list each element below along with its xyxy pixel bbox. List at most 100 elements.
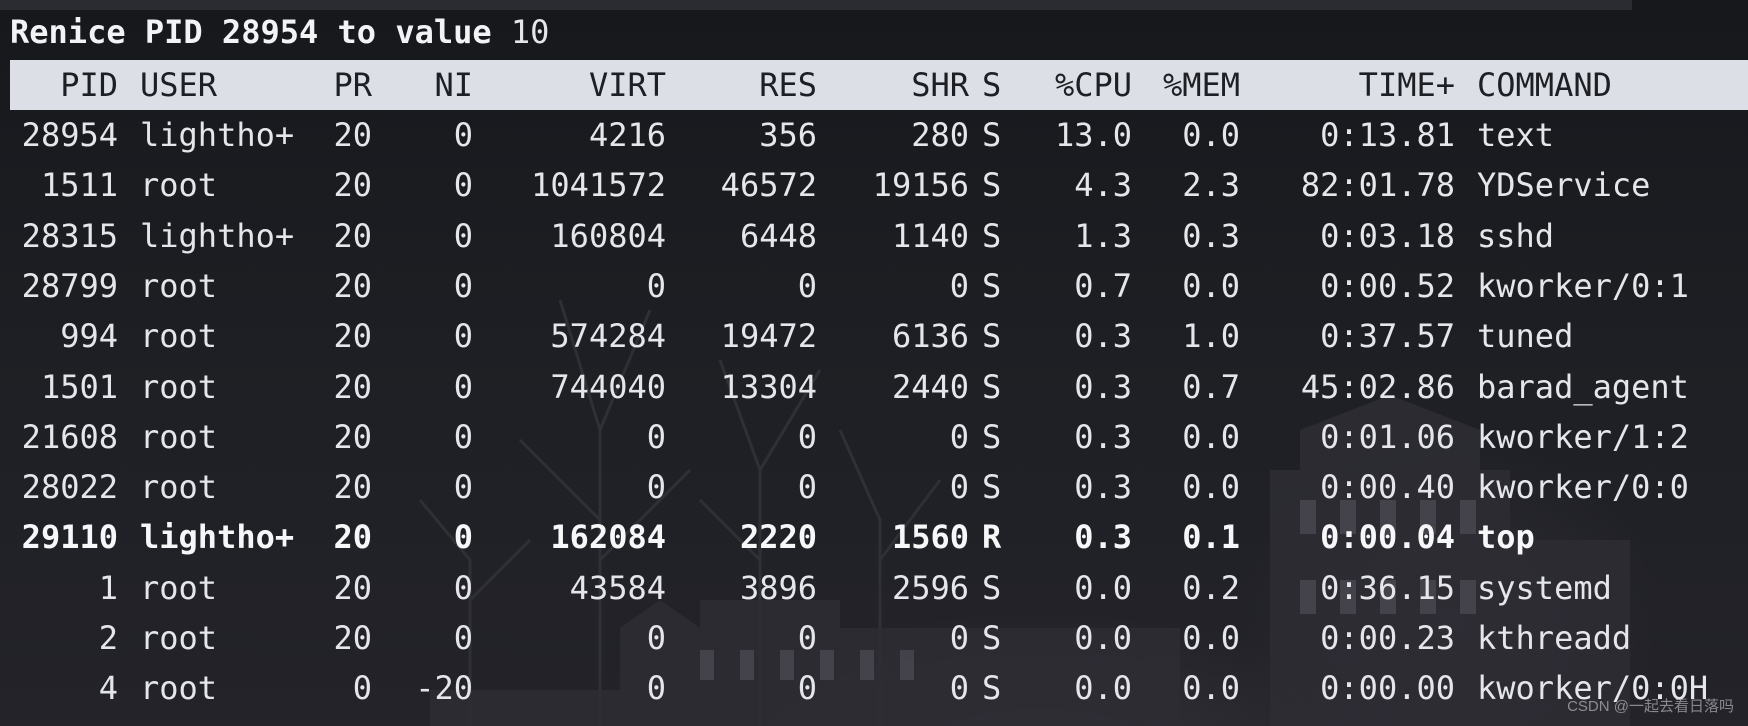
process-mem-cell: 0.0 [1182, 266, 1240, 305]
process-res-cell: 0 [797, 266, 817, 305]
process-row[interactable]: 28954 lightho+ 20 0 4216 356 280 S 13.0 0.0 0:13.8… [10, 110, 1748, 160]
process-shr-cell: 2596 [891, 568, 969, 607]
process-user-cell: root [140, 166, 218, 205]
process-row[interactable]: 28799 root 20 0 0 0 0 S 0.7 0.0 0:00.52 kworker/0:1 [10, 261, 1748, 311]
process-command-cell: kworker/0:0 [1477, 468, 1689, 507]
process-res-cell: 356 [759, 116, 817, 154]
process-pid-cell: 21608 [21, 417, 118, 456]
process-state-cell: S [982, 216, 1002, 255]
process-priority-cell: 20 [333, 166, 372, 205]
process-row[interactable]: 1501 root 20 0 744040 13304 2440 S 0.3 0.7 45:02.8… [10, 362, 1748, 412]
process-cpu-cell: 13.0 [1054, 116, 1132, 154]
process-virt-cell: 0 [646, 669, 666, 708]
process-pid-cell: 994 [60, 317, 118, 356]
process-res-cell: 13304 [720, 367, 817, 406]
column-header-pr: PR [333, 66, 372, 104]
process-nice-cell: -20 [415, 669, 473, 708]
process-pid-cell: 28799 [21, 266, 118, 305]
process-priority-cell: 20 [333, 619, 372, 657]
process-res-cell: 2220 [739, 518, 817, 557]
process-row[interactable]: 28315 lightho+ 20 0 160804 6448 1140 S 1.3 0.3 0:0… [10, 211, 1748, 261]
process-priority-cell: 20 [333, 317, 372, 356]
process-mem-cell: 0.1 [1182, 518, 1240, 557]
process-shr-cell: 0 [949, 669, 969, 708]
process-cpu-cell: 0.7 [1074, 266, 1132, 305]
process-pid-cell: 28954 [21, 116, 118, 154]
process-virt-cell: 0 [646, 417, 666, 456]
process-priority-cell: 20 [333, 116, 372, 154]
column-header-state: S [982, 66, 1002, 104]
process-nice-cell: 0 [453, 619, 473, 657]
process-time-cell: 0:00.04 [1320, 518, 1455, 557]
process-nice-cell: 0 [453, 266, 473, 305]
process-command-cell: kworker/1:2 [1477, 417, 1689, 456]
process-time-cell: 0:00.52 [1320, 266, 1455, 305]
process-virt-cell: 574284 [550, 317, 666, 356]
watermark: CSDN @一起去看日落吗 [1567, 698, 1734, 715]
process-row[interactable]: 994 root 20 0 574284 19472 6136 S 0.3 1.0 0:37.57 t… [10, 311, 1748, 361]
process-shr-cell: 2440 [891, 367, 969, 406]
process-pid-cell: 29110 [21, 518, 118, 557]
process-shr-cell: 1140 [891, 216, 969, 255]
process-virt-cell: 43584 [569, 568, 666, 607]
process-nice-cell: 0 [453, 216, 473, 255]
process-mem-cell: 0.0 [1182, 417, 1240, 456]
process-virt-cell: 0 [646, 619, 666, 657]
process-mem-cell: 0.7 [1182, 367, 1240, 406]
process-state-cell: R [982, 518, 1002, 557]
column-header-command: COMMAND [1477, 66, 1612, 104]
process-priority-cell: 20 [333, 266, 372, 305]
process-cpu-cell: 4.3 [1074, 166, 1132, 205]
process-cpu-cell: 0.3 [1074, 367, 1132, 406]
process-row[interactable]: 29110 lightho+ 20 0 162084 2220 1560 R 0.3 0.1 0:0… [10, 512, 1748, 562]
process-command-cell: tuned [1477, 317, 1574, 356]
process-res-cell: 0 [797, 669, 817, 708]
process-state-cell: S [982, 266, 1002, 305]
process-user-cell: root [140, 619, 218, 657]
process-row[interactable]: 2 root 20 0 0 0 0 S 0.0 0.0 0:00.23 kthreadd [10, 613, 1748, 663]
process-res-cell: 46572 [720, 166, 817, 205]
terminal-window[interactable]: Renice PID 28954 to value 10 PID USER PR… [0, 0, 1748, 726]
renice-prompt[interactable]: Renice PID 28954 to value 10 [10, 12, 549, 52]
column-header-user: USER [140, 66, 218, 104]
process-time-cell: 45:02.86 [1300, 367, 1455, 406]
process-row[interactable]: 21608 root 20 0 0 0 0 S 0.3 0.0 0:01.06 kworker/1:2 [10, 412, 1748, 462]
process-nice-cell: 0 [453, 417, 473, 456]
process-time-cell: 0:01.06 [1320, 417, 1455, 456]
process-shr-cell: 1560 [891, 518, 969, 557]
process-time-cell: 0:37.57 [1320, 317, 1455, 356]
process-mem-cell: 0.0 [1182, 468, 1240, 507]
process-virt-cell: 4216 [588, 116, 666, 154]
process-command-cell: sshd [1477, 216, 1555, 255]
process-cpu-cell: 0.0 [1074, 619, 1132, 657]
process-state-cell: S [982, 367, 1002, 406]
process-state-cell: S [982, 568, 1002, 607]
process-user-cell: root [140, 669, 218, 708]
process-pid-cell: 28022 [21, 468, 118, 507]
process-mem-cell: 0.0 [1182, 116, 1240, 154]
process-shr-cell: 19156 [872, 166, 969, 205]
process-virt-cell: 162084 [550, 518, 666, 557]
renice-value-input[interactable]: 10 [511, 13, 550, 51]
process-priority-cell: 20 [333, 568, 372, 607]
process-cpu-cell: 0.3 [1074, 317, 1132, 356]
process-cpu-cell: 0.3 [1074, 518, 1132, 557]
process-row[interactable]: 4 root 0 -20 0 0 0 S 0.0 0.0 0:00.00 kworker/0:0H [10, 663, 1748, 713]
process-virt-cell: 0 [646, 266, 666, 305]
process-pid-cell: 28315 [21, 216, 118, 255]
column-header-time: TIME+ [1358, 66, 1455, 104]
process-row[interactable]: 28022 root 20 0 0 0 0 S 0.3 0.0 0:00.40 kworker/0:0 [10, 462, 1748, 512]
process-time-cell: 0:00.00 [1320, 669, 1455, 708]
process-nice-cell: 0 [453, 468, 473, 507]
process-priority-cell: 20 [333, 367, 372, 406]
process-state-cell: S [982, 669, 1002, 708]
process-user-cell: root [140, 317, 218, 356]
process-row[interactable]: 1 root 20 0 43584 3896 2596 S 0.0 0.2 0:36.15 syste… [10, 563, 1748, 613]
process-pid-cell: 1 [98, 568, 118, 607]
process-shr-cell: 0 [949, 468, 969, 507]
process-shr-cell: 0 [949, 417, 969, 456]
process-mem-cell: 0.3 [1182, 216, 1240, 255]
process-row[interactable]: 1511 root 20 0 1041572 46572 19156 S 4.3 2.3 82:01… [10, 160, 1748, 210]
process-time-cell: 0:00.40 [1320, 468, 1455, 507]
process-user-cell: root [140, 266, 218, 305]
